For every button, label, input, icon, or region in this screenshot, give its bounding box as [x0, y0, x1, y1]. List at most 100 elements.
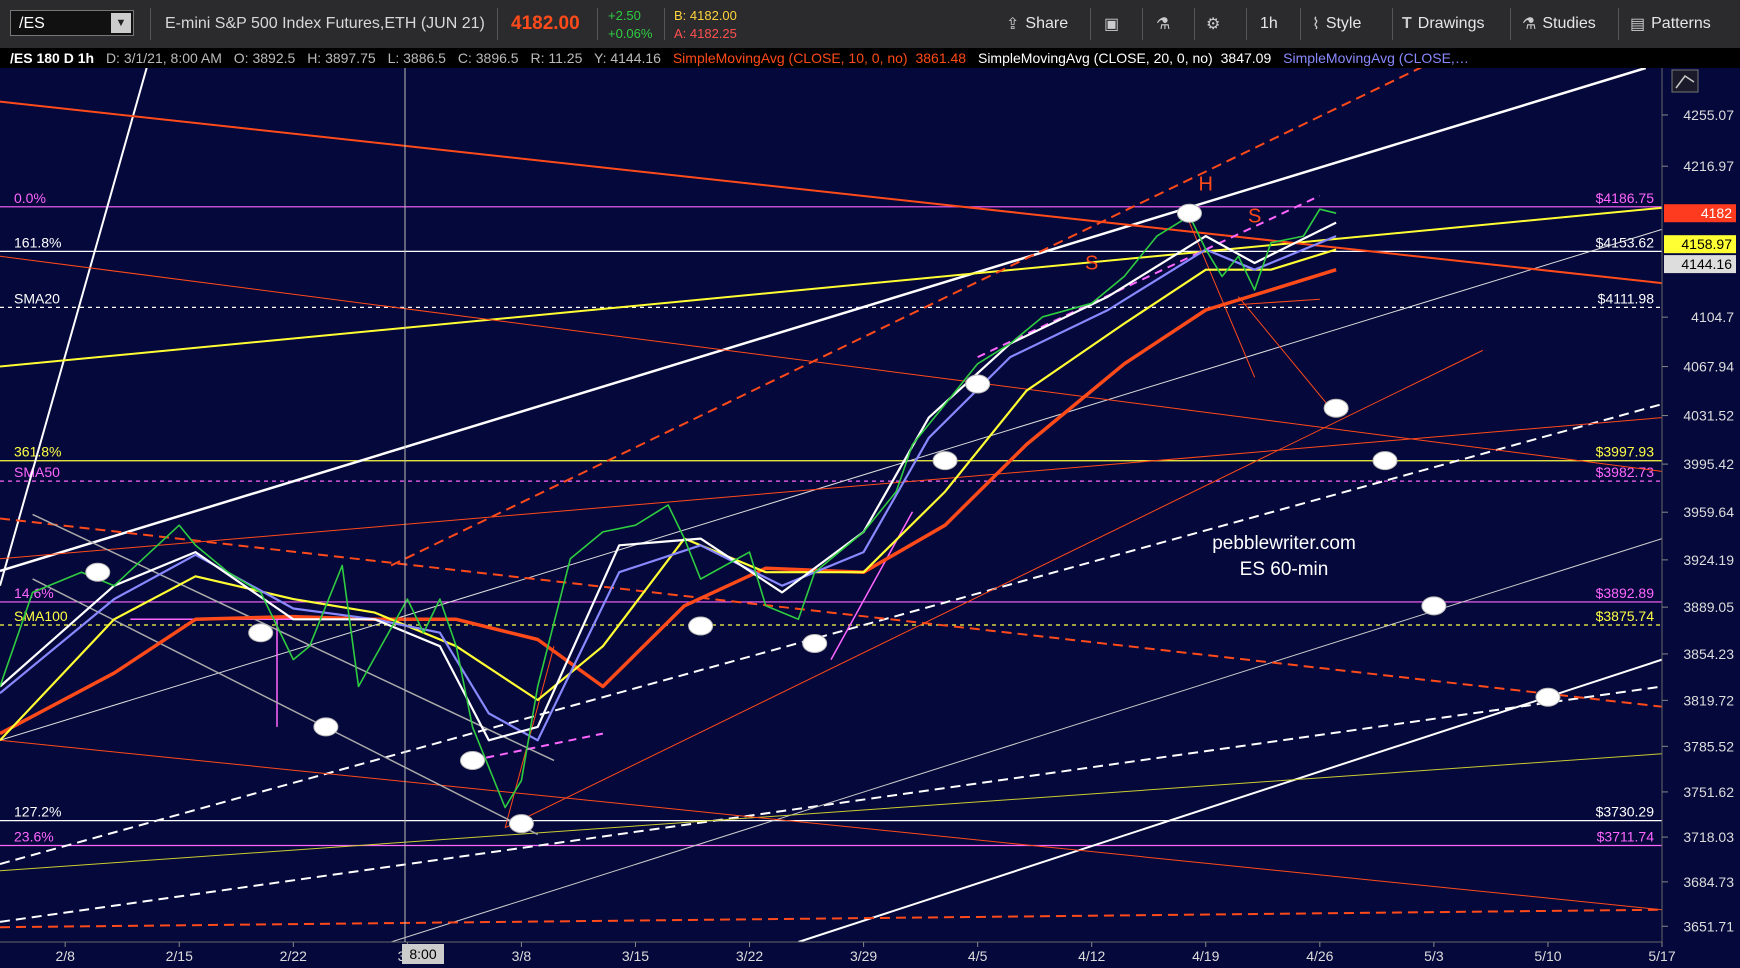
marker[interactable]	[1372, 451, 1398, 471]
bid-price: B: 4182.00	[674, 7, 737, 23]
x-tick-label: 4/5	[968, 948, 988, 964]
info-range: R: 11.25	[530, 50, 583, 66]
style-icon: ⌇	[1312, 16, 1320, 33]
y-tick-label: 4067.94	[1683, 359, 1734, 375]
info-y: Y: 4144.16	[594, 50, 661, 66]
y-tick-label: 3718.03	[1683, 829, 1734, 845]
toolbar-divider	[1618, 8, 1619, 40]
y-tick-label: 3995.42	[1683, 456, 1734, 472]
toolbar: /ES ▼ E-mini S&P 500 Index Futures,ETH (…	[0, 0, 1740, 49]
watermark-line-1: pebblewriter.com	[1212, 533, 1356, 554]
info-date: D: 3/1/21, 8:00 AM	[105, 50, 222, 66]
studies-label: Studies	[1542, 15, 1596, 32]
drawings-label: Drawings	[1417, 15, 1485, 32]
price-change: +2.50	[608, 7, 641, 23]
toolbar-divider	[1300, 8, 1301, 40]
price-chart[interactable]: 0.0% $4186.75 161.8% $4153.62 SMA20 $4111.98 3…	[0, 68, 1740, 968]
info-sma20[interactable]: SimpleMovingAvg (CLOSE, 20, 0, no)	[978, 50, 1213, 66]
x-tick-label: 4/19	[1192, 948, 1219, 964]
lab-button[interactable]: ⚗	[1156, 8, 1170, 40]
marker[interactable]	[85, 562, 111, 582]
toolbar-divider	[150, 8, 151, 40]
pattern-label: H	[1199, 173, 1213, 195]
x-tick-label: 3/29	[850, 948, 877, 964]
toolbar-divider	[1392, 8, 1393, 40]
marker[interactable]	[1421, 596, 1447, 616]
price-tags: 4182 4158.97 4144.16	[1664, 204, 1736, 274]
marker[interactable]	[1176, 203, 1202, 223]
info-open: O: 3892.5	[233, 50, 296, 66]
x-tick-label: 5/10	[1534, 948, 1561, 964]
zoom-control[interactable]	[1671, 69, 1699, 93]
info-high: H: 3897.75	[307, 50, 376, 66]
y-tick-label: 3684.73	[1683, 874, 1734, 890]
flask-icon: ⚗	[1522, 16, 1537, 33]
ask-price: A: 4182.25	[674, 25, 737, 41]
level-right-label: $3892.89	[1596, 585, 1655, 601]
level-left-label: SMA20	[14, 290, 60, 306]
style-label: Style	[1325, 15, 1362, 32]
y-tick-label: 3651.71	[1683, 918, 1734, 934]
x-tick-label: 3/22	[736, 948, 763, 964]
x-tick-label: 3/8	[512, 948, 532, 964]
symbol-selector[interactable]: /ES ▼	[10, 10, 134, 36]
level-right-label: $4153.62	[1596, 234, 1655, 250]
x-tick-label: 4/12	[1078, 948, 1105, 964]
x-tick-label: 4/26	[1306, 948, 1333, 964]
marker[interactable]	[248, 623, 274, 643]
level-left-label: 161.8%	[14, 234, 61, 250]
pattern-label: S	[1085, 253, 1098, 275]
info-low: L: 3886.5	[387, 50, 446, 66]
marker[interactable]	[802, 633, 828, 653]
level-left-label: 127.2%	[14, 804, 61, 820]
marker[interactable]	[932, 451, 958, 471]
price-change-percent: +0.06%	[608, 25, 653, 41]
patterns-button[interactable]: ▤ Patterns	[1630, 8, 1711, 40]
symbol-description: E-mini S&P 500 Index Futures,ETH (JUN 21…	[165, 15, 485, 32]
camera-icon: ▣	[1104, 16, 1120, 33]
share-icon: ⇪	[1006, 16, 1020, 33]
flask-icon: ⚗	[1156, 16, 1171, 33]
y-tick-label: 4255.07	[1683, 107, 1734, 123]
y-tick-label: 3924.19	[1683, 552, 1734, 568]
x-tick-label: 5/17	[1648, 948, 1675, 964]
settings-button[interactable]: ⚙	[1206, 8, 1220, 40]
marker[interactable]	[508, 814, 534, 834]
drawings-button[interactable]: T Drawings	[1402, 8, 1484, 40]
info-sma-more[interactable]: SimpleMovingAvg (CLOSE,…	[1283, 50, 1469, 66]
chevron-down-icon[interactable]: ▼	[111, 13, 131, 33]
marker[interactable]	[460, 750, 486, 770]
toolbar-divider	[1246, 8, 1247, 40]
timeframe-button[interactable]: 1h	[1260, 8, 1278, 40]
marker[interactable]	[965, 374, 991, 394]
info-close: C: 3896.5	[457, 50, 519, 66]
y-tick-label: 3819.72	[1683, 692, 1734, 708]
symbol-text: /ES	[19, 15, 45, 32]
info-sma20-value: 3847.09	[1220, 50, 1272, 66]
snapshot-button[interactable]: ▣	[1104, 8, 1119, 40]
zoom-button[interactable]	[1671, 69, 1699, 93]
style-button[interactable]: ⌇ Style	[1312, 8, 1361, 40]
marker[interactable]	[1323, 398, 1349, 418]
level-right-label: $4111.98	[1598, 290, 1655, 306]
drawing-tool-icon: T	[1402, 15, 1412, 32]
price-tag-label: 4182	[1701, 205, 1732, 221]
info-sma10[interactable]: SimpleMovingAvg (CLOSE, 10, 0, no)	[673, 50, 908, 66]
chart-background	[0, 68, 1740, 968]
level-left-label: SMA50	[14, 464, 60, 480]
level-right-label: $3875.74	[1596, 608, 1655, 624]
y-tick-label: 3959.64	[1683, 504, 1734, 520]
toolbar-divider	[1142, 8, 1143, 40]
info-sma10-value: 3861.48	[915, 50, 967, 66]
marker[interactable]	[313, 717, 339, 737]
level-right-label: $3997.93	[1596, 444, 1655, 460]
patterns-label: Patterns	[1651, 15, 1711, 32]
price-tag-label: 4158.97	[1681, 236, 1732, 252]
y-tick-label: 4104.7	[1691, 309, 1734, 325]
marker[interactable]	[688, 616, 714, 636]
studies-button[interactable]: ⚗ Studies	[1522, 8, 1596, 40]
share-button[interactable]: ⇪ Share	[1006, 8, 1068, 40]
toolbar-divider	[597, 8, 598, 40]
level-right-label: $4186.75	[1596, 190, 1655, 206]
marker[interactable]	[1535, 687, 1561, 707]
